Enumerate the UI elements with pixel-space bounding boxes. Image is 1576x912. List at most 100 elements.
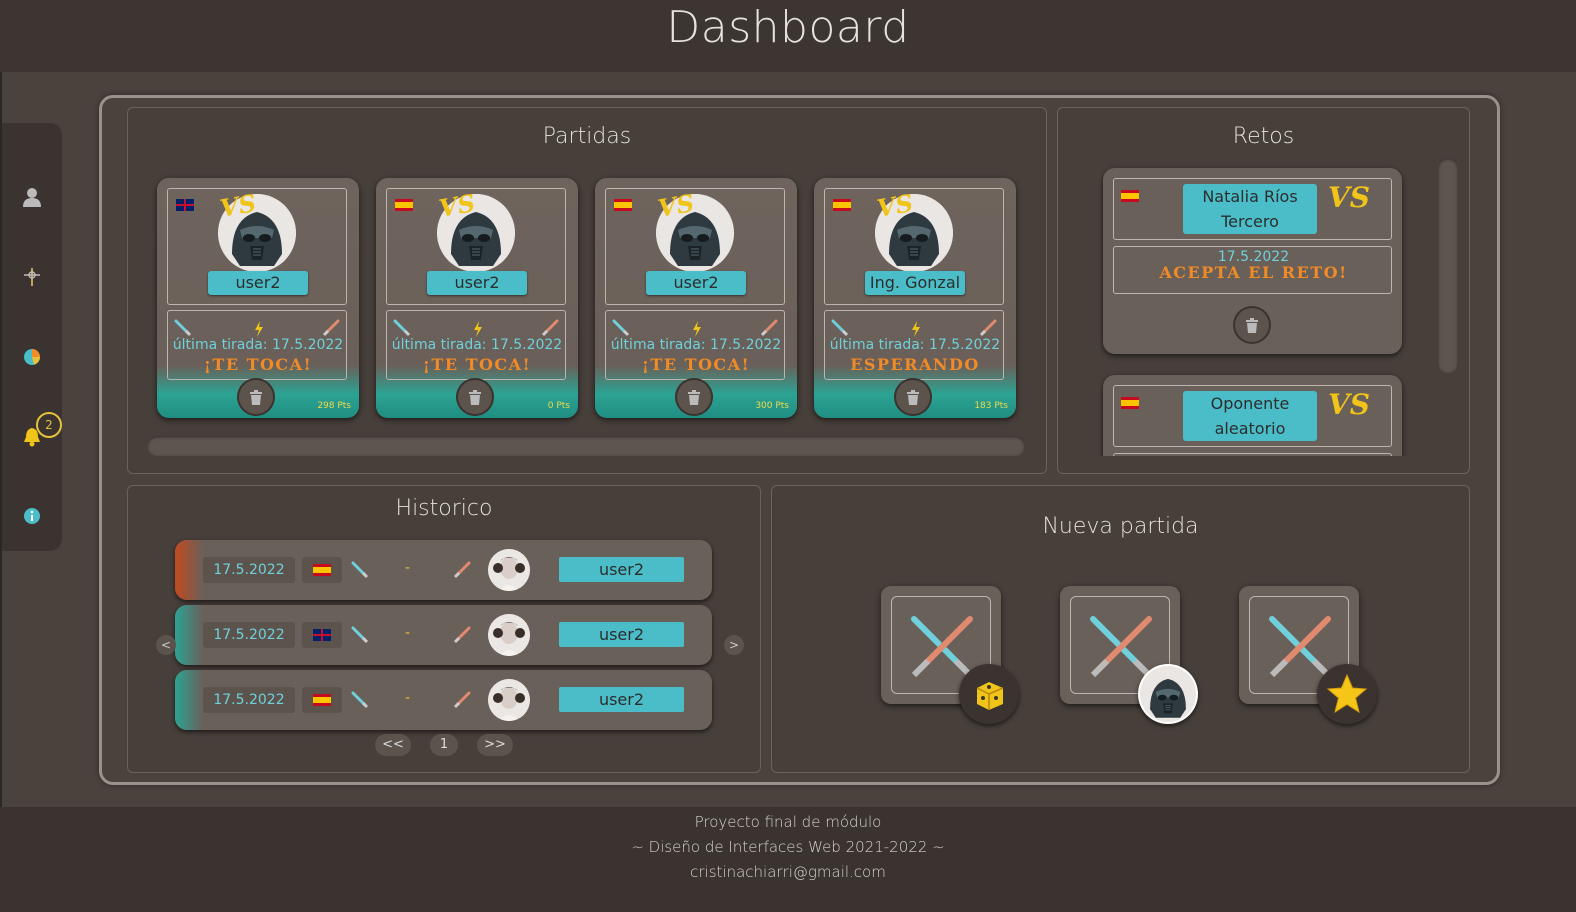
info-icon[interactable]	[20, 505, 44, 529]
footer-email: cristinachiarri@gmail.com	[690, 863, 886, 881]
reto-opponent-name: Natalia Ríos Tercero	[1183, 184, 1317, 234]
lightning-icon	[693, 321, 701, 337]
footer-line1: Proyecto final de módulo	[694, 813, 882, 831]
vs-icon: VS	[1328, 181, 1370, 214]
sabers-row	[168, 319, 348, 337]
vader-icon	[1138, 664, 1198, 724]
flag-es-icon	[395, 199, 413, 211]
flag-es-icon	[1121, 190, 1139, 202]
ultima-tirada: última tirada: 17.5.2022	[172, 337, 344, 353]
vs-icon: VS	[436, 188, 478, 223]
historico-next-button[interactable]: >	[724, 635, 744, 655]
stats-icon[interactable]	[20, 345, 44, 369]
flag-es-icon	[1121, 397, 1139, 409]
turn-status[interactable]: ¡TE TOCA!	[606, 355, 786, 374]
opponent-name: user2	[646, 271, 746, 295]
footer-line2: ~ Diseño de Interfaces Web 2021-2022 ~	[631, 838, 945, 856]
partida-opponent: VS Ing. Gonzal	[824, 188, 1004, 305]
partidas-scrollbar[interactable]	[147, 436, 1025, 456]
opponent-name: user2	[427, 271, 527, 295]
flag-es-icon	[833, 199, 851, 211]
page-title: Dashboard	[666, 2, 910, 53]
game-icon[interactable]	[20, 265, 44, 289]
vs-icon: VS	[217, 188, 259, 223]
first-page-button[interactable]: <<	[375, 734, 411, 756]
historico-flag	[302, 687, 342, 713]
flag-uk-icon	[176, 199, 194, 211]
sidebar	[2, 123, 62, 551]
reto-opponent-name: Oponente aleatorio	[1183, 391, 1317, 441]
historico-flag	[302, 622, 342, 648]
blue-saber-icon	[351, 626, 369, 644]
retos-scrollbar[interactable]	[1438, 158, 1458, 373]
blue-saber-icon	[831, 319, 849, 337]
reto-name-line2: Tercero	[1221, 212, 1279, 231]
historico-user: user2	[559, 622, 684, 647]
blue-saber-icon	[351, 691, 369, 709]
historico-user: user2	[559, 557, 684, 582]
reto-card[interactable]: Oponente aleatorio VS	[1103, 375, 1402, 456]
notification-badge: 2	[36, 412, 62, 438]
trash-icon[interactable]	[675, 378, 713, 416]
partida-card[interactable]: VS user2 última tirada: 17.5.2022 ¡TE TOCA!…	[157, 178, 359, 418]
random-game-button[interactable]	[881, 586, 1019, 724]
result-indicator	[175, 540, 203, 600]
historico-flag	[302, 557, 342, 583]
sabers-row	[387, 319, 567, 337]
historico-result: -	[405, 625, 411, 641]
retos-list: Natalia Ríos Tercero VS 17.5.2022 ACEPTA…	[1100, 160, 1410, 456]
turn-status[interactable]: ¡TE TOCA!	[387, 355, 567, 374]
historico-row[interactable]: 17.5.2022 - user2	[175, 605, 712, 665]
vs-icon: VS	[874, 188, 916, 223]
partida-status: última tirada: 17.5.2022 ¡TE TOCA!	[605, 310, 785, 380]
reto-info: 17.5.2022 ACEPTA EL RETO!	[1113, 246, 1392, 294]
trash-icon[interactable]	[894, 378, 932, 416]
result-indicator	[175, 670, 203, 730]
trash-icon[interactable]	[1233, 306, 1271, 344]
lightning-icon	[474, 321, 482, 337]
flag-es-icon	[313, 694, 331, 706]
red-saber-icon	[453, 626, 471, 644]
partida-status: última tirada: 17.5.2022 ¡TE TOCA!	[167, 310, 347, 380]
opponent-avatar	[488, 614, 530, 656]
trash-icon[interactable]	[237, 378, 275, 416]
last-page-button[interactable]: >>	[477, 734, 513, 756]
historico-prev-button[interactable]: <	[156, 635, 176, 655]
reto-info	[1113, 453, 1392, 456]
vs-player-game-button[interactable]	[1060, 586, 1198, 724]
historico-user: user2	[559, 687, 684, 712]
partidas-title: Partidas	[542, 124, 632, 149]
reto-name-line1: Oponente	[1210, 394, 1290, 413]
page-1-button[interactable]: 1	[430, 734, 458, 756]
partida-card[interactable]: VS Ing. Gonzal última tirada: 17.5.2022 ESP…	[814, 178, 1016, 418]
partida-card[interactable]: VS user2 última tirada: 17.5.2022 ¡TE TOCA!…	[595, 178, 797, 418]
star-icon	[1317, 664, 1377, 724]
footer: Proyecto final de módulo ~ Diseño de Int…	[0, 807, 1576, 912]
flag-uk-icon	[313, 629, 331, 641]
opponent-avatar	[488, 679, 530, 721]
partida-opponent: VS user2	[386, 188, 566, 305]
dice-icon	[959, 664, 1019, 724]
partida-opponent: VS user2	[605, 188, 785, 305]
reto-card[interactable]: Natalia Ríos Tercero VS 17.5.2022 ACEPTA…	[1103, 168, 1402, 354]
historico-date: 17.5.2022	[203, 687, 295, 713]
historico-date: 17.5.2022	[203, 622, 295, 648]
trash-icon[interactable]	[456, 378, 494, 416]
blue-saber-icon	[393, 319, 411, 337]
partida-card[interactable]: VS user2 última tirada: 17.5.2022 ¡TE TOCA!…	[376, 178, 578, 418]
turn-status[interactable]: ¡TE TOCA!	[168, 355, 348, 374]
historico-date: 17.5.2022	[203, 557, 295, 583]
red-saber-icon	[979, 319, 997, 337]
historico-row[interactable]: 17.5.2022 - user2	[175, 670, 712, 730]
accept-challenge-button[interactable]: ACEPTA EL RETO!	[1114, 263, 1393, 282]
partida-opponent: VS user2	[167, 188, 347, 305]
historico-row[interactable]: 17.5.2022 - user2	[175, 540, 712, 600]
lightning-icon	[255, 321, 263, 337]
ranked-game-button[interactable]	[1239, 586, 1377, 724]
user-icon[interactable]	[20, 185, 44, 209]
ultima-tirada: última tirada: 17.5.2022	[391, 337, 563, 353]
blue-saber-icon	[612, 319, 630, 337]
ultima-tirada: última tirada: 17.5.2022	[610, 337, 782, 353]
sabers-row	[825, 319, 1005, 337]
opponent-name: user2	[208, 271, 308, 295]
